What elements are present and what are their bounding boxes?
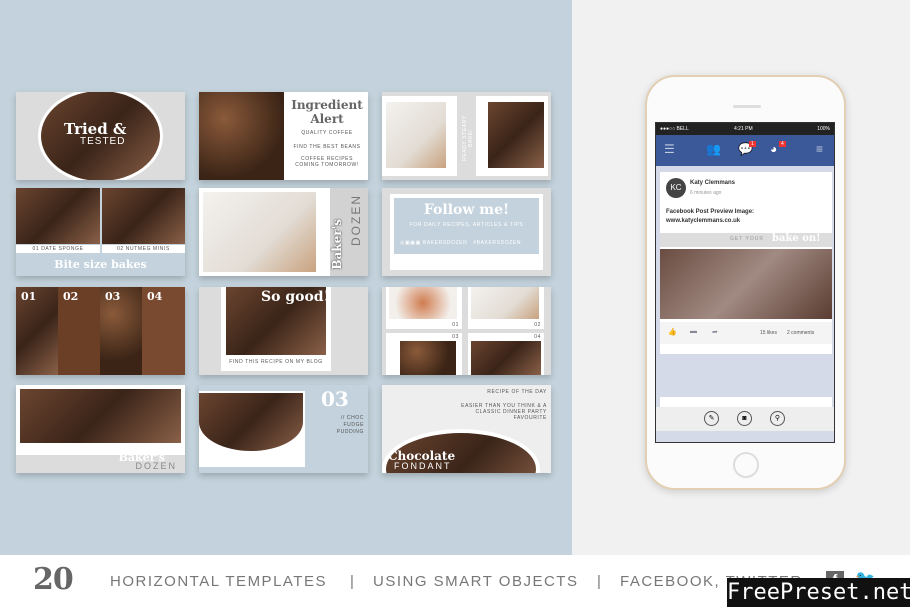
title: So good! (261, 289, 330, 305)
separator: | (597, 573, 603, 590)
camera-icon[interactable]: ◙ (737, 411, 752, 426)
comments-count[interactable]: 2 comments (787, 330, 814, 336)
number: 02 (534, 322, 541, 328)
avatar: KC (666, 178, 686, 198)
number: 02 (63, 290, 79, 303)
watermark: FreePreset.net (727, 578, 910, 607)
number: 01 (21, 290, 37, 303)
number: 03 (452, 334, 459, 340)
template-follow-me: Follow me! FOR DAILY RECIPES, ARTICLES &… (382, 188, 551, 276)
feature-1: HORIZONTAL TEMPLATES (110, 573, 327, 590)
line: PUDDING (336, 429, 364, 435)
template-bakers-dozen: Baker's DOZEN (16, 385, 185, 473)
template-so-good: So good! FIND THIS RECIPE ON MY BLOG (199, 287, 368, 375)
caption: 02 NUTMEG MINIS (102, 245, 185, 253)
separator: | (350, 573, 356, 590)
post-time: 6 minutes ago (690, 190, 722, 196)
title: Bite size bakes (54, 258, 147, 271)
template-ready-steady: READY STEADY BAKE! (382, 92, 551, 180)
globe-icon[interactable]: ◕ (770, 142, 777, 156)
post-link[interactable]: www.katyclemmans.co.uk (666, 218, 740, 224)
facebook-screen: ●●●○○ BELL 4:21 PM 100% ☰ 👥 💬 1 ◕ 4 ≡ KC… (655, 122, 835, 443)
label: RECIPE OF THE DAY (487, 389, 547, 395)
description: EASIER THAN YOU THINK & A CLASSIC DINNER… (461, 403, 547, 421)
comment-icon[interactable]: ▬ (690, 328, 697, 335)
brand-b: DOZEN (349, 194, 363, 246)
template-numbers: 01 02 03 04 (16, 287, 185, 375)
template-chocolate-fondant: RECIPE OF THE DAY EASIER THAN YOU THINK … (382, 385, 551, 473)
handle: BAKERSDOZEN (422, 240, 468, 246)
contacts-icon[interactable]: ≡ (816, 142, 823, 156)
menu-icon[interactable]: ☰ (664, 142, 675, 156)
social-row: ◎▣▣▣ BAKERSDOZEN #BAKERSDOZEN (400, 240, 522, 246)
check-in-icon[interactable]: ⚲ (770, 411, 785, 426)
line: FUDGE (343, 422, 364, 428)
bottom-toolbar: ✎ ◙ ⚲ (656, 407, 834, 431)
likes-count[interactable]: 15 likes (760, 330, 777, 336)
line: FIND THE BEST BEANS (293, 144, 361, 150)
brand-b: DOZEN (135, 461, 177, 471)
vertical-text: READY STEADY BAKE! (462, 115, 474, 161)
number: 01 (452, 322, 459, 328)
line: QUALITY COFFEE (301, 130, 353, 136)
title: Follow me! (423, 202, 510, 218)
number: 03 (105, 290, 121, 303)
line: // CHOC (340, 415, 364, 421)
line: COFFEE RECIPES COMING TOMORROW! (295, 156, 359, 168)
friends-icon[interactable]: 👥 (706, 142, 721, 156)
post-text: Facebook Post Preview Image: (666, 209, 755, 215)
template-tried-tested: Tried & TESTED (16, 92, 185, 180)
caption: 01 DATE SPONGE (16, 245, 100, 253)
number: 03 (321, 387, 349, 411)
battery: 100% (817, 126, 830, 132)
subtitle: FOR DAILY RECIPES, ARTICLES & TIPS (409, 222, 524, 228)
like-icon[interactable]: 👍 (668, 328, 677, 336)
template-bakers-vertical: Baker's DOZEN (199, 188, 368, 276)
compose-icon[interactable]: ✎ (704, 411, 719, 426)
template-count: 20 (33, 562, 74, 597)
status-bar: ●●●○○ BELL 4:21 PM 100% (656, 123, 834, 135)
template-ingredient-alert: Ingredient Alert QUALITY COFFEE FIND THE… (199, 92, 368, 180)
feature-2: USING SMART OBJECTS (373, 573, 579, 590)
author-name[interactable]: Katy Clemmans (690, 180, 735, 186)
carrier: ●●●○○ BELL (660, 126, 689, 132)
banner-title: bake on! (772, 233, 821, 244)
subtitle: FONDANT (394, 461, 452, 471)
template-grid: 01 02 03 04 (382, 287, 551, 375)
notifications-badge: 4 (779, 141, 786, 147)
subtitle: FIND THIS RECIPE ON MY BLOG (229, 359, 323, 365)
title: Ingredient Alert (291, 98, 363, 126)
hashtag: #BAKERSDOZEN (473, 240, 522, 246)
post-card: KC Katy Clemmans 6 minutes ago Facebook … (660, 172, 832, 354)
home-button[interactable] (733, 452, 759, 478)
template-bite-size: 01 DATE SPONGE 02 NUTMEG MINIS Bite size… (16, 188, 185, 276)
brand-a: Baker's (330, 219, 344, 270)
number: 04 (534, 334, 541, 340)
share-icon[interactable]: ➦ (712, 328, 718, 336)
number: 04 (147, 290, 163, 303)
template-choc-fudge: 03 // CHOC FUDGE PUDDING (199, 385, 368, 473)
subtitle: TESTED (80, 136, 126, 147)
messages-badge: 1 (749, 141, 756, 147)
time: 4:21 PM (734, 126, 753, 132)
speaker (733, 105, 761, 108)
banner-text: GET YOUR (730, 236, 764, 242)
nav-bar: ☰ 👥 💬 1 ◕ 4 ≡ (656, 135, 834, 166)
